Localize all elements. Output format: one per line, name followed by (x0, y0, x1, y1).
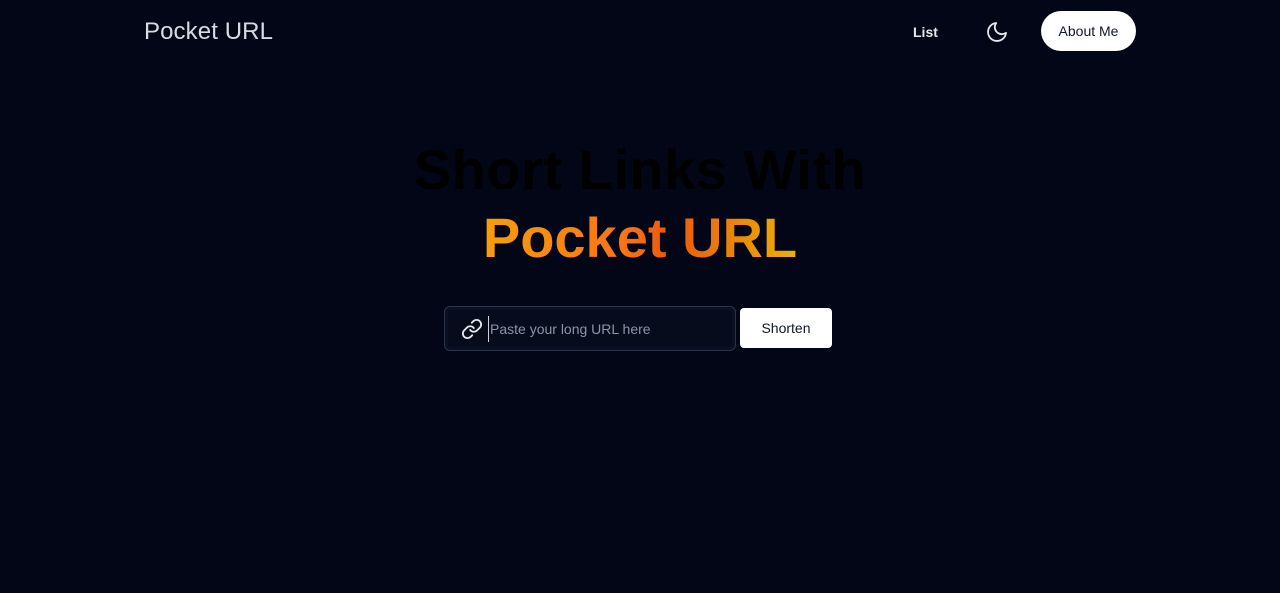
link-icon (461, 318, 483, 340)
navbar: Pocket URL List About Me (0, 0, 1280, 64)
url-input[interactable] (488, 316, 728, 342)
hero-title-line2: Pocket URL (0, 206, 1280, 270)
brand-logo[interactable]: Pocket URL (144, 15, 273, 49)
hero-title-highlight: Pocket URL (482, 206, 798, 269)
shorten-button[interactable]: Shorten (740, 308, 832, 348)
theme-toggle-button[interactable] (984, 19, 1010, 45)
moon-icon (987, 22, 1007, 42)
hero-title-line1: Short Links With (413, 138, 867, 201)
page: Pocket URL List About Me Short Links Wit… (0, 0, 1280, 593)
url-field[interactable] (444, 306, 736, 351)
nav-link-list[interactable]: List (913, 22, 938, 42)
shorten-form: Shorten (444, 306, 836, 351)
about-me-button[interactable]: About Me (1041, 11, 1136, 51)
